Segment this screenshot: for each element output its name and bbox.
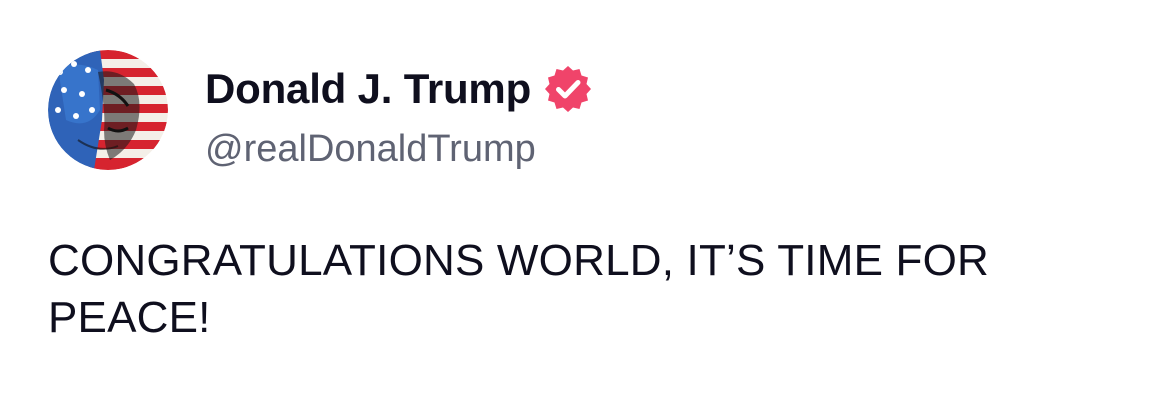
- author-handle[interactable]: @realDonaldTrump: [205, 126, 536, 172]
- verified-badge-icon: [543, 64, 593, 114]
- flag-portrait-avatar-image: [48, 50, 168, 170]
- post-text: CONGRATULATIONS WORLD, IT’S TIME FOR PEA…: [48, 236, 990, 342]
- author-display-name[interactable]: Donald J. Trump: [205, 64, 531, 114]
- author-name-row: Donald J. Trump: [205, 64, 593, 114]
- avatar[interactable]: [48, 50, 168, 170]
- post-card: Donald J. Trump @realDonaldTrump CONGRAT…: [0, 0, 1160, 413]
